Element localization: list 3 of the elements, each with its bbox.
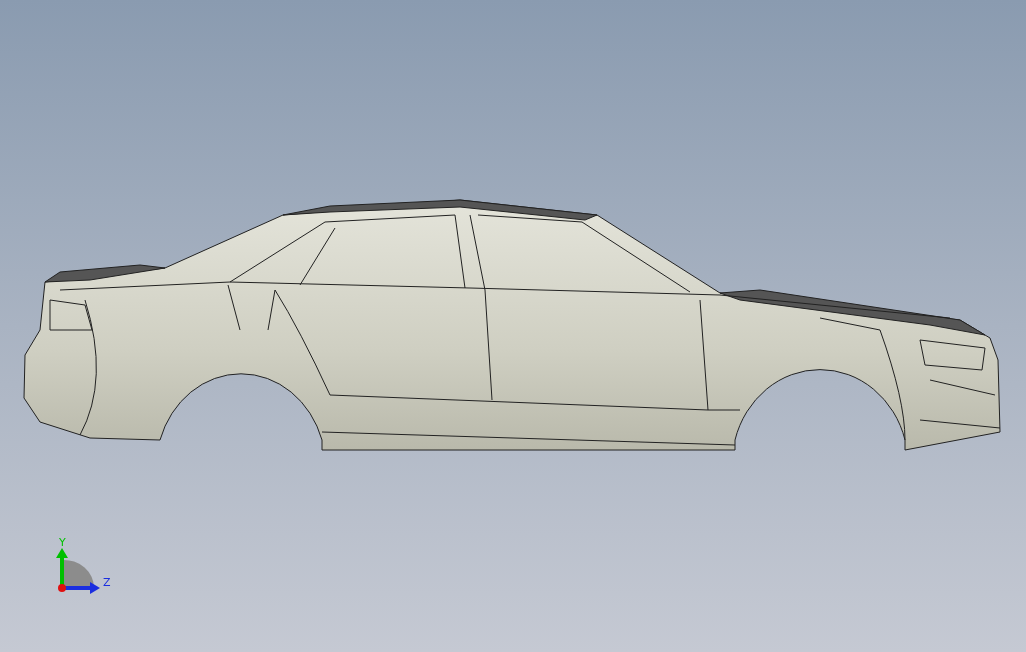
origin-icon [58,584,66,592]
axis-label: Z [103,576,111,589]
axis-label: Y [59,536,66,549]
